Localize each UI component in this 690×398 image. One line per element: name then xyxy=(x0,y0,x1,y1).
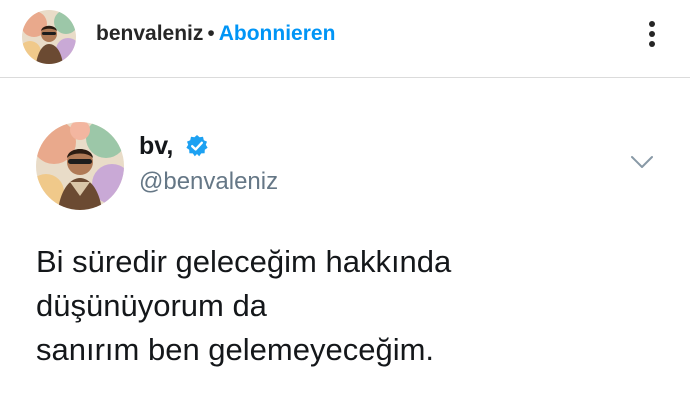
display-name: bv, xyxy=(139,132,174,160)
post-header: benvaleniz • Abonnieren xyxy=(0,0,690,78)
tweet-line: sanırım ben gelemeyeceğim. xyxy=(36,332,435,367)
follow-button[interactable]: Abonnieren xyxy=(219,22,336,45)
header-text: benvaleniz • Abonnieren xyxy=(96,20,335,48)
verified-badge-icon xyxy=(185,134,209,158)
tweet-line: Bi süredir geleceğim hakkında xyxy=(36,244,452,279)
tweet-handle: @benvaleniz xyxy=(139,168,279,195)
more-vertical-icon[interactable] xyxy=(640,18,664,50)
tweet-text: Bi süredir geleceğim hakkında düşünüyoru… xyxy=(36,240,676,372)
username-link[interactable]: benvaleniz xyxy=(96,22,203,45)
chevron-down-icon[interactable] xyxy=(629,153,655,171)
tweet-line: düşünüyorum da xyxy=(36,288,267,323)
avatar[interactable] xyxy=(22,10,76,64)
separator-dot: • xyxy=(207,22,215,45)
tweet-avatar xyxy=(36,122,124,210)
